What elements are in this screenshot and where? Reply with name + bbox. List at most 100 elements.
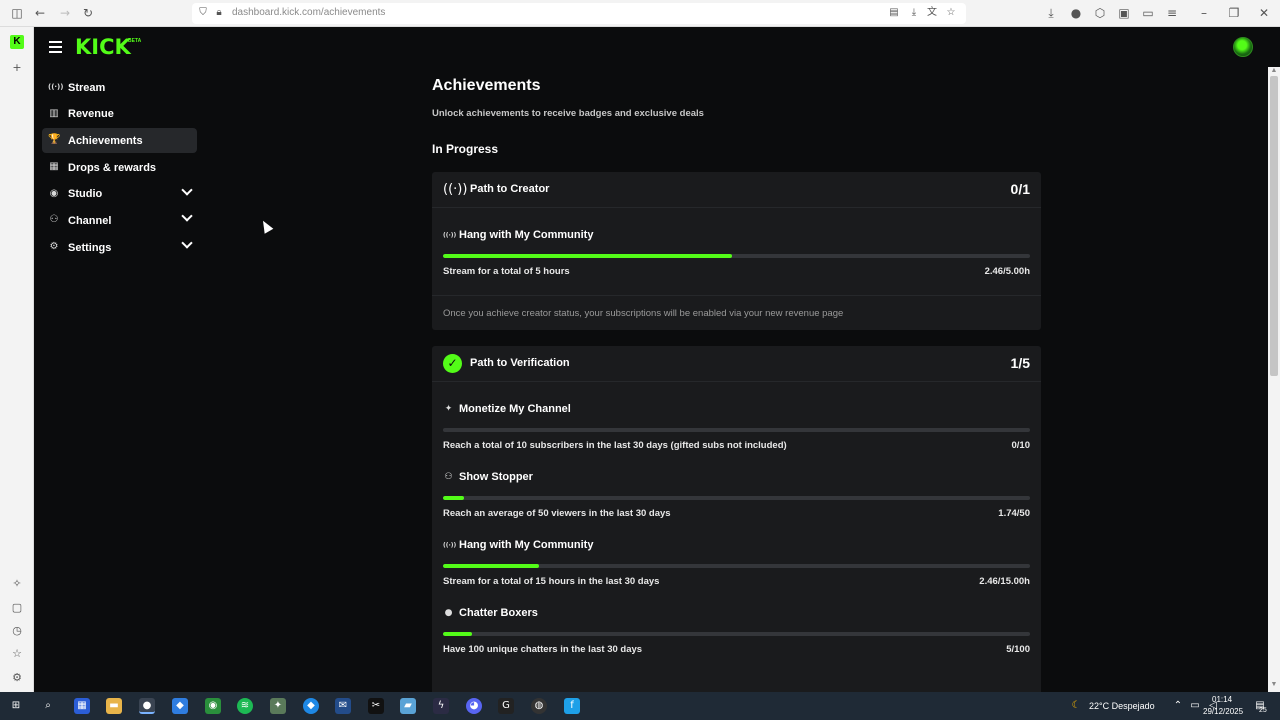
steam-icon[interactable]: ◍ [531, 698, 547, 714]
bookmarks-icon[interactable]: ☆ [10, 647, 24, 661]
verified-badge-icon: ✓ [443, 354, 462, 373]
settings-icon[interactable]: ⚙ [10, 671, 24, 685]
account-icon[interactable]: ● [1069, 6, 1083, 20]
achievement-title-text: Show Stopper [459, 471, 533, 483]
drop-app-icon[interactable]: ◆ [303, 698, 319, 714]
app2-icon[interactable]: ϟ [433, 698, 449, 714]
clock-date[interactable]: 29/12/2025 [1203, 707, 1243, 716]
sidebar-item-label: Achievements [68, 134, 143, 147]
clock-time[interactable]: 01:14 [1212, 695, 1232, 704]
avatar[interactable] [1233, 37, 1253, 57]
chevron-down-icon[interactable] [181, 210, 193, 223]
achievement-description: Reach an average of 50 viewers in the la… [443, 508, 671, 519]
achievement-item: ● Chatter Boxers Have 100 unique chatters … [432, 607, 1041, 655]
windows-start-icon[interactable]: ⊞ [8, 698, 24, 714]
broadcast-icon: ((·)) [443, 232, 457, 239]
reload-icon[interactable]: ↻ [81, 6, 95, 20]
translate-icon[interactable]: 文 [926, 7, 938, 19]
creator-card-title: Path to Creator [470, 183, 550, 195]
progress-fill [443, 564, 540, 568]
progress-fill [443, 632, 473, 636]
url-text[interactable]: dashboard.kick.com/achievements [232, 7, 385, 18]
notification-count[interactable]: 25 [1259, 707, 1267, 714]
achievement-item: ((·)) Hang with My Community Stream for a … [432, 229, 1041, 277]
sidebar-item-channel[interactable]: ⚇ Channel [42, 208, 197, 233]
firefox-icon[interactable]: ● [139, 698, 155, 714]
creator-card-footer: Once you achieve creator status, your su… [432, 295, 1041, 330]
copilot-icon[interactable]: ◆ [172, 698, 188, 714]
forward-icon[interactable]: → [58, 6, 72, 20]
mouse-cursor [258, 218, 274, 234]
network-icon[interactable]: ▭ [1187, 698, 1203, 714]
save-icon[interactable]: ⤓ [908, 7, 920, 19]
achievement-title: ⚇ Show Stopper [443, 471, 1030, 485]
hamburger-icon[interactable] [49, 41, 62, 53]
url-bar[interactable]: ⛉ 🔒︎ dashboard.kick.com/achievements ▤ ⤓… [192, 3, 966, 24]
store-icon[interactable]: ▦ [74, 698, 90, 714]
scroll-down-icon[interactable]: ▼ [1268, 681, 1280, 691]
beta-badge: BETA [128, 38, 142, 44]
reader-icon[interactable]: ▤ [888, 7, 900, 19]
menu-icon[interactable]: ≡ [1165, 6, 1179, 20]
close-icon[interactable]: ✕ [1257, 6, 1271, 20]
weather-moon-icon[interactable]: ☾ [1068, 698, 1084, 714]
browser-sidebar: K + ✧ ▢ ◷ ☆ ⚙ [0, 27, 34, 692]
achievement-title: ((·)) Hang with My Community [443, 229, 1030, 243]
restore-icon[interactable]: ❐ [1227, 6, 1241, 20]
tray-chevron-icon[interactable]: ⌃ [1170, 698, 1186, 714]
bookmark-star-icon[interactable]: ☆ [945, 7, 957, 19]
history-icon[interactable]: ◷ [10, 624, 24, 638]
sidebar-item-stream[interactable]: ((·)) Stream [42, 75, 197, 100]
editor-icon[interactable]: f [564, 698, 580, 714]
shield-icon[interactable]: ⛉ [197, 7, 209, 19]
achievement-item: ✦ Monetize My Channel Reach a total of 10 … [432, 403, 1041, 451]
sidebar-toggle-icon[interactable]: ◫ [10, 6, 24, 20]
reading-list-icon[interactable]: ▢ [10, 601, 24, 615]
top-bar: KICK BETA [35, 27, 1268, 67]
capcut-icon[interactable]: ✂ [368, 698, 384, 714]
mail-icon[interactable]: ✉ [335, 698, 351, 714]
chrome-icon[interactable]: ◉ [205, 698, 221, 714]
chart-icon: ▥ [49, 107, 59, 119]
verification-card-header[interactable]: ✓ Path to Verification 1/5 [432, 346, 1041, 382]
achievement-title-text: Chatter Boxers [459, 607, 538, 619]
lock-icon[interactable]: 🔒︎ [213, 7, 225, 19]
file-explorer-icon[interactable]: ▬ [106, 698, 122, 714]
sidebar-item-studio[interactable]: ◉ Studio [42, 182, 197, 207]
container-icon[interactable]: ▣ [1117, 6, 1131, 20]
minimize-icon[interactable]: – [1197, 6, 1211, 20]
chevron-down-icon[interactable] [181, 184, 193, 196]
ai-icon[interactable]: ✧ [10, 577, 24, 591]
gear-icon: ⚙ [49, 241, 59, 253]
chevron-down-icon[interactable] [181, 237, 193, 249]
notes-icon[interactable]: ▰ [400, 698, 416, 714]
g-app-icon[interactable]: G [498, 698, 514, 714]
app-icon[interactable]: ✦ [270, 698, 286, 714]
achievement-item: ((·)) Hang with My Community Stream for a … [432, 539, 1041, 587]
sidebar-item-achievements[interactable]: 🏆 Achievements [42, 128, 197, 154]
kick-tab-icon[interactable]: K [10, 35, 24, 49]
weather-text[interactable]: 22°C Despejado [1089, 701, 1155, 711]
sidebar-item-label: Stream [68, 81, 106, 94]
achievement-detail: Reach a total of 10 subscribers in the l… [443, 440, 1030, 451]
extensions-icon[interactable]: ⬡ [1093, 6, 1107, 20]
kick-logo[interactable]: KICK [75, 35, 131, 59]
achievement-description: Stream for a total of 15 hours in the la… [443, 576, 660, 587]
sparkle-icon: ✦ [444, 404, 453, 414]
new-tab-icon[interactable]: + [10, 61, 24, 75]
discord-icon[interactable]: ◕ [466, 698, 482, 714]
spotify-icon[interactable]: ≋ [237, 698, 253, 714]
sidebar-item-drops-rewards[interactable]: ▦ Drops & rewards [42, 155, 197, 180]
back-icon[interactable]: ← [33, 6, 47, 20]
people-icon: ⚇ [49, 214, 59, 226]
achievement-detail: Reach an average of 50 viewers in the la… [443, 508, 1030, 519]
chat-icon: ● [444, 608, 453, 618]
sidebar-item-revenue[interactable]: ▥ Revenue [42, 102, 197, 127]
search-icon[interactable]: ⌕ [40, 698, 56, 714]
downloads-icon[interactable]: ⤓ [1044, 6, 1058, 20]
window-icon[interactable]: ▭ [1141, 6, 1155, 20]
sidebar-item-settings[interactable]: ⚙ Settings [42, 235, 197, 260]
taskbar: ⊞ ⌕ ▦ ▬ ● ◆ ◉ ≋ ✦ ◆ ✉ ✂ ▰ ϟ ◕ G ◍ f ☾ 22… [0, 692, 1280, 720]
creator-card-header[interactable]: ((·)) Path to Creator 0/1 [432, 172, 1041, 208]
scrollbar-thumb[interactable] [1270, 76, 1278, 376]
